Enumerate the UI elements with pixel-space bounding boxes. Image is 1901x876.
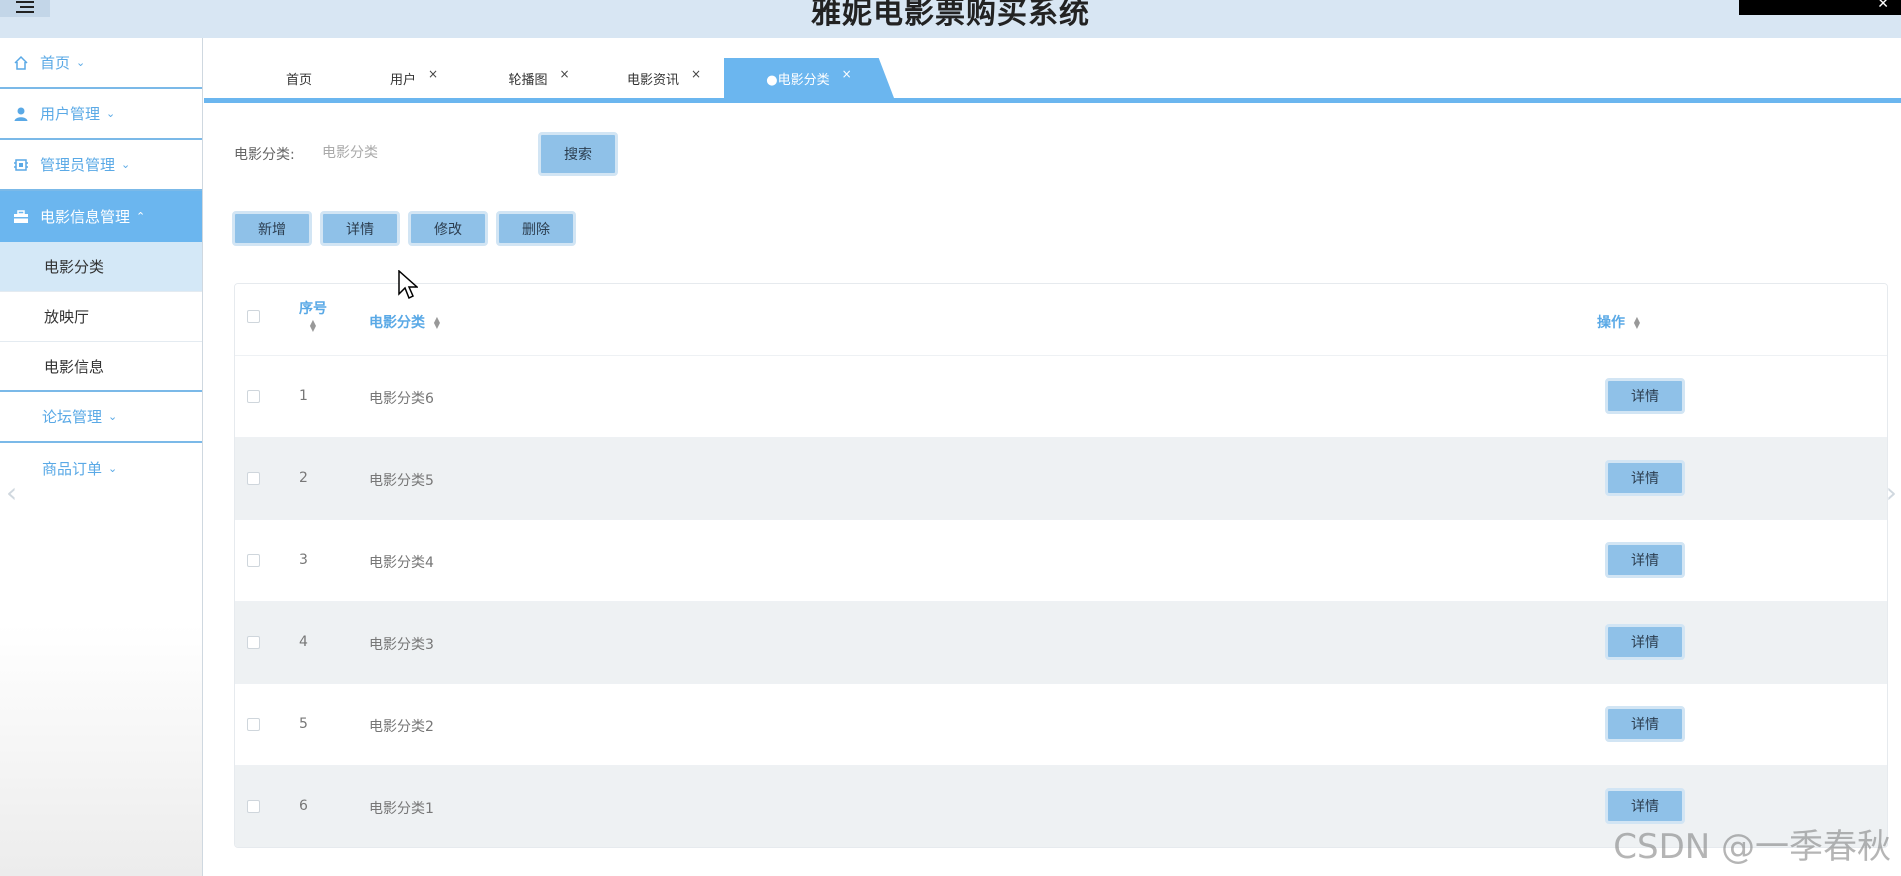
chevron-down-icon: ⌄ xyxy=(108,410,118,423)
close-icon[interactable]: × xyxy=(428,67,438,81)
search-label: 电影分类: xyxy=(234,147,295,163)
chevron-down-icon: ⌄ xyxy=(108,462,118,475)
edit-button[interactable]: 修改 xyxy=(408,211,488,246)
sidebar-item-label: 商品订单 xyxy=(42,460,103,478)
row-checkbox[interactable] xyxy=(247,390,260,403)
tab-bar: 首页 用户 × 轮播图 × 电影资讯 × ●电影分类 × xyxy=(204,58,1901,98)
table-row[interactable]: 4 电影分类3 详情 xyxy=(235,602,1887,684)
row-checkbox[interactable] xyxy=(247,636,260,649)
app-header: 雅妮电影票购买系统 ✕ xyxy=(0,0,1901,38)
row-detail-button[interactable]: 详情 xyxy=(1605,378,1685,414)
row-checkbox[interactable] xyxy=(247,800,260,813)
sort-icon: ▲ ▼ xyxy=(1633,315,1641,330)
close-icon[interactable]: × xyxy=(691,67,701,81)
row-detail-button[interactable]: 详情 xyxy=(1605,624,1685,660)
tab-users[interactable]: 用户 × xyxy=(354,58,474,98)
mouse-cursor-icon xyxy=(398,269,419,304)
row-detail-button[interactable]: 详情 xyxy=(1605,460,1685,496)
row-index: 1 xyxy=(299,388,308,404)
sidebar-subitem-movie-category[interactable]: 电影分类 xyxy=(0,242,202,292)
row-checkbox[interactable] xyxy=(247,718,260,731)
column-header-index[interactable]: 序号 ▲ ▼ xyxy=(299,298,327,334)
row-index: 5 xyxy=(299,716,308,732)
tab-movie-news[interactable]: 电影资讯 × xyxy=(604,58,724,98)
table-row[interactable]: 5 电影分类2 详情 xyxy=(235,684,1887,766)
column-header-label: 操作 xyxy=(1597,315,1625,331)
category-table: 序号 ▲ ▼ 电影分类 ▲ ▼ 操作 ▲ ▼ 1 电影分类6 详情 2 电影分类5 详… xyxy=(234,283,1888,848)
sidebar-item-label: 用户管理 xyxy=(40,105,101,123)
home-icon xyxy=(12,54,30,72)
user-icon xyxy=(12,105,30,123)
tab-underline xyxy=(204,98,1901,103)
briefcase-icon xyxy=(12,208,30,226)
sidebar-item-label: 电影信息管理 xyxy=(40,208,131,226)
add-button[interactable]: 新增 xyxy=(232,211,312,246)
search-input[interactable] xyxy=(316,138,526,168)
row-index: 4 xyxy=(299,634,308,650)
sidebar: 首页 ⌄ 用户管理 ⌄ 管理员管理 ⌄ 电影信息管理 ⌃ 电影分类 放映厅 电影… xyxy=(0,38,203,876)
select-all-checkbox[interactable] xyxy=(247,310,260,323)
row-category: 电影分类3 xyxy=(369,637,434,653)
watermark: CSDN @一季春秋 xyxy=(1613,827,1891,867)
row-category: 电影分类2 xyxy=(369,719,434,735)
tab-label: 用户 xyxy=(389,72,416,88)
column-header-label: 电影分类 xyxy=(369,315,425,331)
table-row[interactable]: 1 电影分类6 详情 xyxy=(235,356,1887,438)
sidebar-subitem-movie-info[interactable]: 电影信息 xyxy=(0,342,202,392)
column-header-label: 序号 xyxy=(299,301,327,317)
close-icon[interactable]: × xyxy=(559,67,569,81)
sidebar-item-admins[interactable]: 管理员管理 ⌄ xyxy=(0,140,202,191)
app-title: 雅妮电影票购买系统 xyxy=(811,0,1090,31)
delete-button[interactable]: 删除 xyxy=(496,211,576,246)
tab-movie-category[interactable]: ●电影分类 × xyxy=(724,58,894,98)
sort-icon: ▲ ▼ xyxy=(433,315,441,330)
tab-label: 轮播图 xyxy=(508,72,548,88)
row-category: 电影分类4 xyxy=(369,555,434,571)
row-index: 2 xyxy=(299,470,308,486)
tab-home[interactable]: 首页 xyxy=(244,58,354,98)
sidebar-item-users[interactable]: 用户管理 ⌄ xyxy=(0,89,202,140)
sidebar-item-label: 首页 xyxy=(40,54,71,72)
tab-carousel[interactable]: 轮播图 × xyxy=(474,58,604,98)
window-controls-bar: ✕ xyxy=(1739,0,1901,15)
table-row[interactable]: 3 电影分类4 详情 xyxy=(235,520,1887,602)
tab-label: ●电影分类 xyxy=(766,72,830,88)
close-icon[interactable]: ✕ xyxy=(1877,0,1889,12)
search-button[interactable]: 搜索 xyxy=(538,132,618,176)
table-row[interactable]: 2 电影分类5 详情 xyxy=(235,438,1887,520)
row-index: 6 xyxy=(299,798,308,814)
sidebar-item-forum[interactable]: 论坛管理 ⌄ xyxy=(0,392,202,443)
row-category: 电影分类5 xyxy=(369,473,434,489)
row-category: 电影分类1 xyxy=(369,801,434,817)
row-checkbox[interactable] xyxy=(247,554,260,567)
chevron-down-icon: ⌄ xyxy=(121,158,131,171)
sidebar-item-label: 管理员管理 xyxy=(40,156,116,174)
row-detail-button[interactable]: 详情 xyxy=(1605,706,1685,742)
row-detail-button[interactable]: 详情 xyxy=(1605,542,1685,578)
tab-label: 首页 xyxy=(285,72,312,88)
row-category: 电影分类6 xyxy=(369,391,434,407)
chevron-down-icon: ⌄ xyxy=(106,107,116,120)
chip-icon xyxy=(12,156,30,174)
chevron-down-icon: ⌄ xyxy=(76,56,86,69)
sidebar-item-home[interactable]: 首页 ⌄ xyxy=(0,38,202,89)
sidebar-item-label: 论坛管理 xyxy=(42,408,103,426)
column-header-category[interactable]: 电影分类 ▲ ▼ xyxy=(369,312,440,332)
sidebar-item-movie-info[interactable]: 电影信息管理 ⌃ xyxy=(0,191,202,242)
chevron-up-icon: ⌃ xyxy=(136,210,146,223)
close-icon[interactable]: × xyxy=(842,67,852,81)
tab-label: 电影资讯 xyxy=(626,72,679,88)
sort-icon: ▲ ▼ xyxy=(309,318,317,333)
table-header: 序号 ▲ ▼ 电影分类 ▲ ▼ 操作 ▲ ▼ xyxy=(235,284,1887,356)
sidebar-subitem-screening-hall[interactable]: 放映厅 xyxy=(0,292,202,342)
row-checkbox[interactable] xyxy=(247,472,260,485)
row-index: 3 xyxy=(299,552,308,568)
detail-button[interactable]: 详情 xyxy=(320,211,400,246)
column-header-operation[interactable]: 操作 ▲ ▼ xyxy=(1597,312,1640,332)
carousel-prev-icon[interactable]: ‹ xyxy=(6,476,17,509)
sidebar-item-orders[interactable]: 商品订单 ⌄ xyxy=(0,443,202,494)
